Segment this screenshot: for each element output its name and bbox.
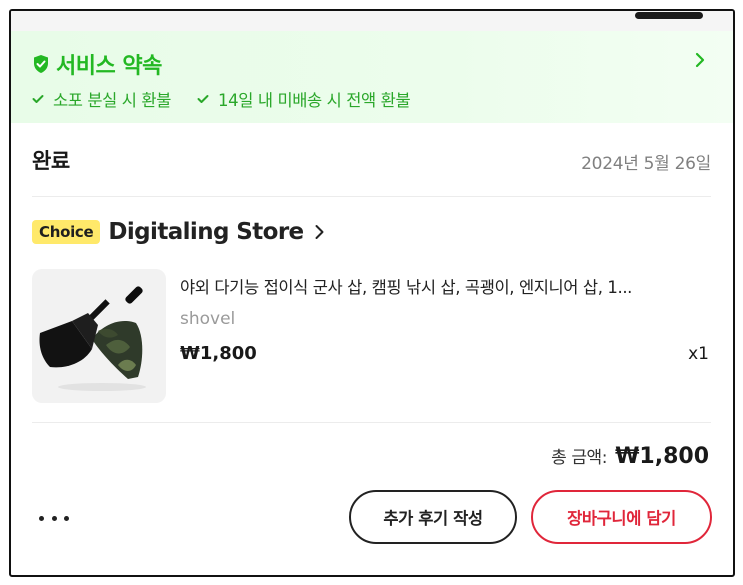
order-status: 완료 xyxy=(32,149,70,173)
service-title-text: 서비스 약속 xyxy=(56,54,162,79)
store-name: Digitaling Store xyxy=(108,219,304,245)
product-variant: shovel xyxy=(180,309,236,329)
promise-item: 14일 내 미배송 시 전액 환불 xyxy=(197,87,411,111)
promise-text: 소포 분실 시 환불 xyxy=(53,91,171,110)
add-to-cart-button[interactable]: 장바구니에 담기 xyxy=(531,490,712,544)
write-review-button[interactable]: 추가 후기 작성 xyxy=(349,490,517,544)
order-status-row: 완료 2024년 5월 26일 xyxy=(32,123,711,197)
check-icon xyxy=(32,95,44,103)
product-title[interactable]: 야외 다기능 접이식 군사 삽, 캠핑 낚시 삽, 곡괭이, 엔지니어 삽, 1… xyxy=(180,274,712,298)
check-icon xyxy=(197,95,209,103)
divider xyxy=(32,422,711,423)
service-title: 서비스 약속 xyxy=(32,48,162,80)
service-promise-banner[interactable]: 서비스 약속 소포 분실 시 환불 14일 내 미배송 시 전액 환불 xyxy=(11,31,733,123)
chevron-right-icon xyxy=(315,225,324,239)
store-link[interactable]: Choice Digitaling Store xyxy=(32,219,325,245)
promise-list: 소포 분실 시 환불 14일 내 미배송 시 전액 환불 xyxy=(32,87,436,111)
chevron-right-icon[interactable] xyxy=(693,51,707,69)
order-card-frame: 서비스 약속 소포 분실 시 환불 14일 내 미배송 시 전액 환불 완료 2… xyxy=(9,9,735,577)
folding-shovel-image xyxy=(39,286,146,391)
scroll-handle xyxy=(635,12,703,19)
top-strip xyxy=(11,11,733,31)
total-value: ₩1,800 xyxy=(615,444,709,469)
promise-item: 소포 분실 시 환불 xyxy=(32,87,171,111)
total-label: 총 금액: xyxy=(551,448,608,468)
choice-badge: Choice xyxy=(32,220,101,244)
promise-text: 14일 내 미배송 시 전액 환불 xyxy=(218,91,411,110)
order-total: 총 금액: ₩1,800 xyxy=(551,443,709,469)
more-dots-icon[interactable] xyxy=(39,508,69,528)
product-quantity: x1 xyxy=(688,344,709,364)
order-date: 2024년 5월 26일 xyxy=(581,154,711,174)
product-price: ₩1,800 xyxy=(180,343,257,364)
shield-check-icon xyxy=(34,55,48,73)
product-image[interactable] xyxy=(32,269,166,403)
